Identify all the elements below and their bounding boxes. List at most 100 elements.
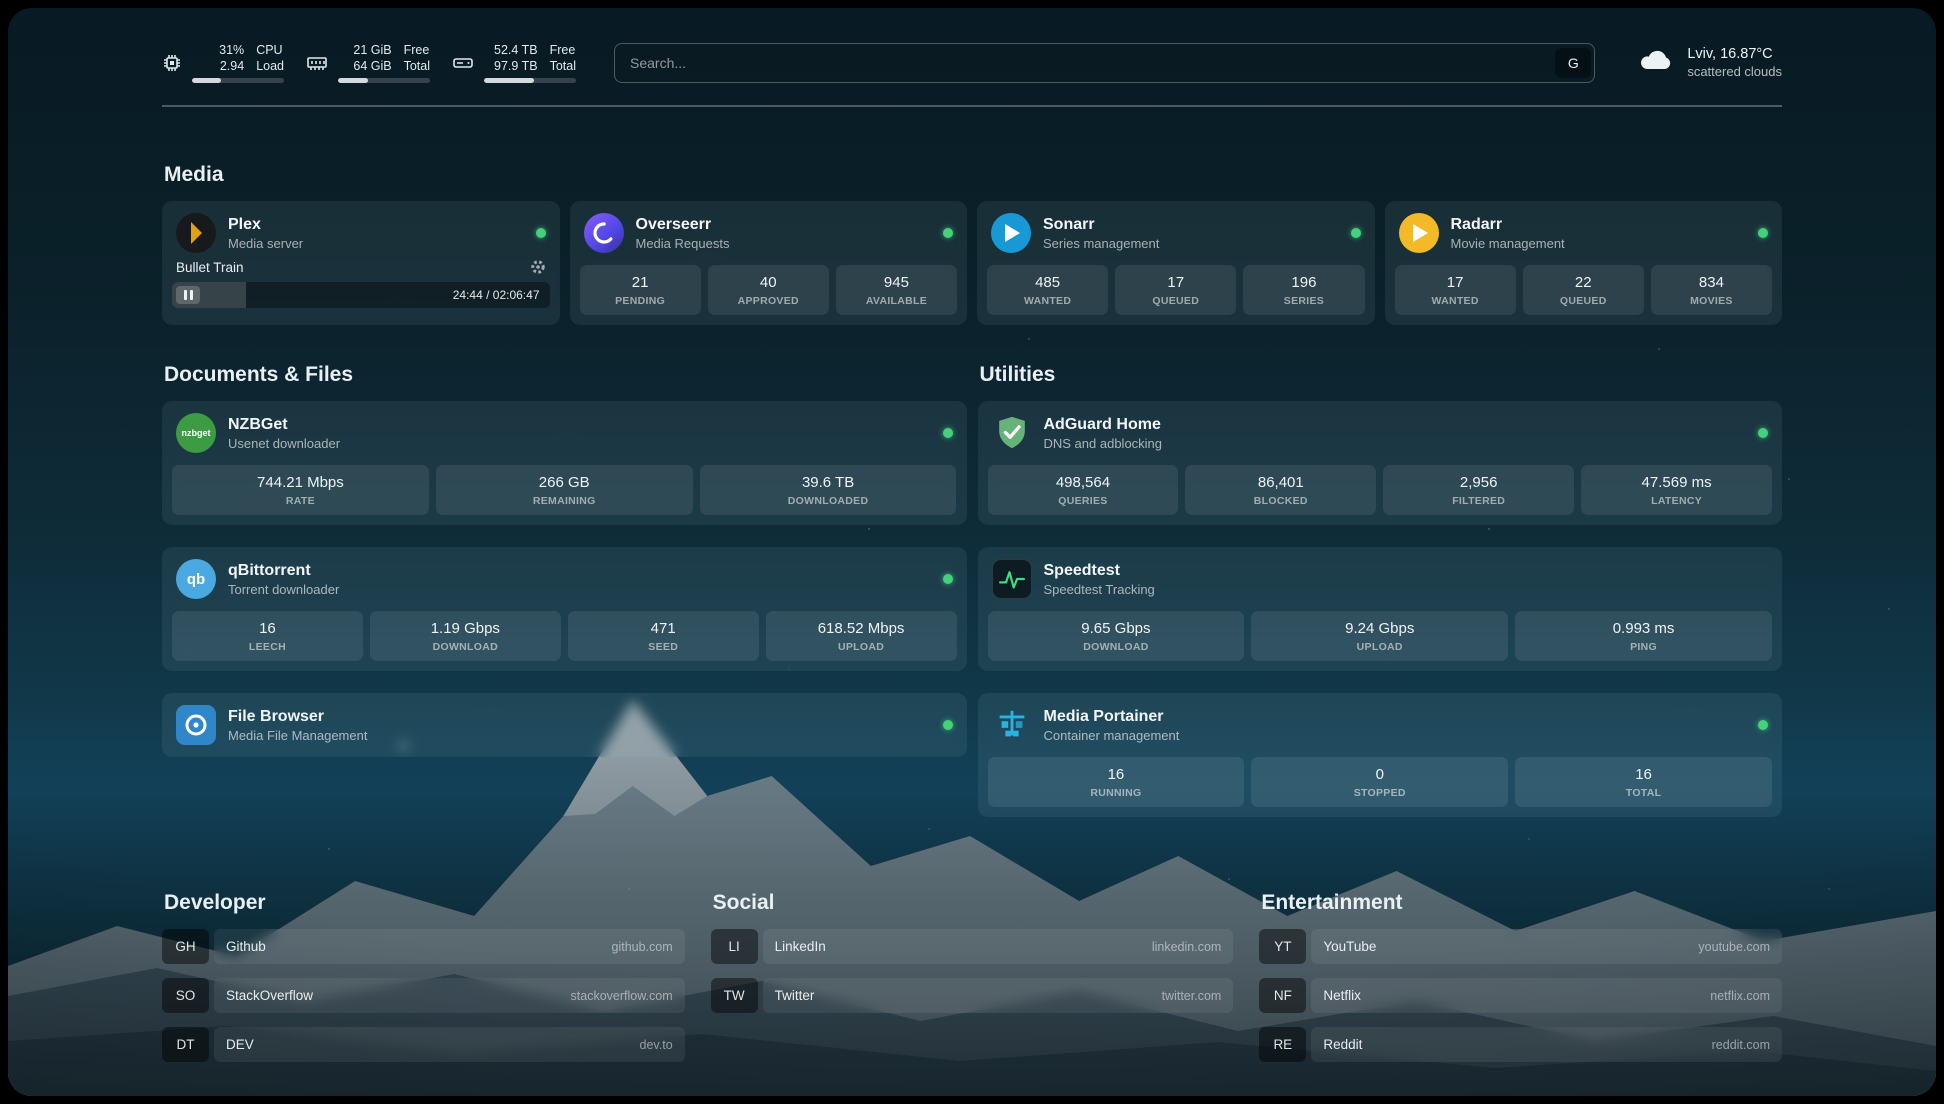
service-description: Series management xyxy=(1043,236,1159,251)
qbittorrent-icon-label: qb xyxy=(187,571,205,588)
section-social: Social LI LinkedIn linkedin.com TW Twitt… xyxy=(711,891,1234,1062)
service-description: Torrent downloader xyxy=(228,582,339,597)
service-card-adguard[interactable]: AdGuard Home DNS and adblocking 498,564 … xyxy=(978,401,1783,525)
memory-total-label: Total xyxy=(404,58,430,74)
stat-value: 618.52 Mbps xyxy=(770,620,953,637)
search-provider-button[interactable]: G xyxy=(1555,48,1591,78)
bookmark-name: YouTube xyxy=(1323,939,1376,954)
service-name: Sonarr xyxy=(1043,216,1159,234)
stat-running: 16 RUNNING xyxy=(988,757,1245,807)
now-playing-title: Bullet Train xyxy=(176,260,244,275)
stat-label: FILTERED xyxy=(1387,495,1570,507)
stat-label: BLOCKED xyxy=(1189,495,1372,507)
weather-widget: Lviv, 16.87°C scattered clouds xyxy=(1637,46,1782,79)
service-card-qbittorrent[interactable]: qb qBittorrent Torrent downloader 16 xyxy=(162,547,967,671)
stat-total: 16 TOTAL xyxy=(1515,757,1772,807)
stat-label: QUEUED xyxy=(1119,295,1232,307)
bookmark-domain: stackoverflow.com xyxy=(571,989,673,1003)
stat-label: UPLOAD xyxy=(1255,641,1504,653)
stat-value: 744.21 Mbps xyxy=(176,474,425,491)
stat-value: 196 xyxy=(1247,274,1360,291)
bookmark-stackoverflow[interactable]: SO StackOverflow stackoverflow.com xyxy=(162,978,685,1013)
cpu-label: CPU xyxy=(256,42,284,58)
service-name: Overseerr xyxy=(636,216,730,234)
cpu-widget: 31% 2.94 CPU Load xyxy=(162,42,284,83)
stat-value: 16 xyxy=(992,766,1241,783)
status-dot xyxy=(1351,228,1361,238)
service-card-sonarr[interactable]: Sonarr Series management 485 WANTED 17 Q… xyxy=(977,201,1375,325)
stat-label: SEED xyxy=(572,641,755,653)
stat-value: 86,401 xyxy=(1189,474,1372,491)
service-name: qBittorrent xyxy=(228,562,339,580)
cpu-progress-bar xyxy=(192,78,284,83)
weather-location: Lviv, 16.87°C xyxy=(1687,46,1782,62)
stat-blocked: 86,401 BLOCKED xyxy=(1185,465,1376,515)
stat-value: 21 xyxy=(584,274,697,291)
memory-widget: 21 GiB 64 GiB Free Total xyxy=(306,42,430,83)
service-card-plex[interactable]: Plex Media server Bullet Train xyxy=(162,201,560,325)
service-card-filebrowser[interactable]: File Browser Media File Management xyxy=(162,693,967,757)
section-developer: Developer GH Github github.com SO StackO… xyxy=(162,891,685,1062)
bookmark-reddit[interactable]: RE Reddit reddit.com xyxy=(1259,1027,1782,1062)
cloud-icon xyxy=(1637,46,1675,79)
section-media: Media Plex Media server Bullet xyxy=(162,163,1782,325)
memory-total-value: 64 GiB xyxy=(338,58,392,74)
stat-value: 945 xyxy=(840,274,953,291)
bookmark-abbr: SO xyxy=(162,978,209,1013)
stat-label: RUNNING xyxy=(992,787,1241,799)
bookmark-abbr: LI xyxy=(711,929,758,964)
service-card-nzbget[interactable]: nzbget NZBGet Usenet downloader 744.21 M… xyxy=(162,401,967,525)
stat-upload: 618.52 Mbps UPLOAD xyxy=(766,611,957,661)
bookmark-dev[interactable]: DT DEV dev.to xyxy=(162,1027,685,1062)
stat-value: 266 GB xyxy=(440,474,689,491)
search-input[interactable] xyxy=(618,55,1555,71)
bookmark-twitter[interactable]: TW Twitter twitter.com xyxy=(711,978,1234,1013)
service-card-speedtest[interactable]: Speedtest Speedtest Tracking 9.65 Gbps D… xyxy=(978,547,1783,671)
bookmark-linkedin[interactable]: LI LinkedIn linkedin.com xyxy=(711,929,1234,964)
stat-label: SERIES xyxy=(1247,295,1360,307)
service-card-portainer[interactable]: Media Portainer Container management 16 … xyxy=(978,693,1783,817)
service-card-radarr[interactable]: Radarr Movie management 17 WANTED 22 QUE… xyxy=(1385,201,1783,325)
stat-value: 1.19 Gbps xyxy=(374,620,557,637)
status-dot xyxy=(536,228,546,238)
stat-value: 0.993 ms xyxy=(1519,620,1768,637)
sonarr-icon xyxy=(991,213,1031,253)
stat-value: 39.6 TB xyxy=(704,474,953,491)
memory-progress-fill xyxy=(338,78,368,83)
bookmark-abbr: DT xyxy=(162,1027,209,1062)
stat-ping: 0.993 ms PING xyxy=(1515,611,1772,661)
stat-value: 17 xyxy=(1119,274,1232,291)
stat-label: MOVIES xyxy=(1655,295,1768,307)
service-card-overseerr[interactable]: Overseerr Media Requests 21 PENDING 40 A… xyxy=(570,201,968,325)
bookmark-youtube[interactable]: YT YouTube youtube.com xyxy=(1259,929,1782,964)
adguard-shield-icon xyxy=(992,413,1032,453)
stat-label: UPLOAD xyxy=(770,641,953,653)
media-section-title: Media xyxy=(164,163,1782,187)
status-dot xyxy=(943,574,953,584)
plex-icon xyxy=(176,213,216,253)
stat-value: 471 xyxy=(572,620,755,637)
disk-free-label: Free xyxy=(550,42,576,58)
status-dot xyxy=(1758,428,1768,438)
status-dot xyxy=(943,720,953,730)
bookmark-domain: github.com xyxy=(612,940,673,954)
cpu-icon xyxy=(162,53,182,73)
radarr-icon xyxy=(1399,213,1439,253)
bookmark-domain: linkedin.com xyxy=(1152,940,1221,954)
cpu-progress-fill xyxy=(192,78,221,83)
plex-player-bar: 24:44 / 02:06:47 xyxy=(172,282,550,308)
memory-progress-bar xyxy=(338,78,430,83)
pause-icon[interactable] xyxy=(176,286,200,304)
cpu-sublabel: Load xyxy=(256,58,284,74)
gear-icon[interactable] xyxy=(530,259,546,275)
bookmark-github[interactable]: GH Github github.com xyxy=(162,929,685,964)
bookmark-abbr: RE xyxy=(1259,1027,1306,1062)
bookmark-netflix[interactable]: NF Netflix netflix.com xyxy=(1259,978,1782,1013)
stat-value: 47.569 ms xyxy=(1585,474,1768,491)
bookmark-abbr: TW xyxy=(711,978,758,1013)
stat-value: 16 xyxy=(176,620,359,637)
documents-section-title: Documents & Files xyxy=(164,363,967,387)
bookmark-name: StackOverflow xyxy=(226,988,313,1003)
developer-section-title: Developer xyxy=(164,891,685,915)
service-name: Speedtest xyxy=(1044,562,1155,580)
